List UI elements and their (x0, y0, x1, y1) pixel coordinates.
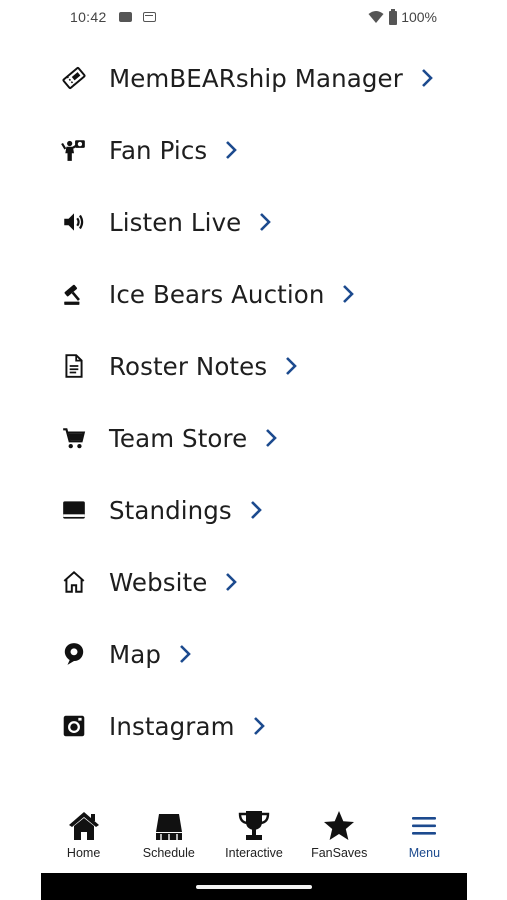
menu-item-map[interactable]: Map (41, 626, 467, 682)
tab-label: Schedule (142, 846, 195, 860)
chevron-right-icon (248, 500, 264, 520)
document-icon (60, 352, 88, 380)
menu-item-label: Team Store (109, 424, 279, 453)
menu-item-team-store[interactable]: Team Store (41, 410, 467, 466)
chevron-right-icon (283, 356, 299, 376)
tab-fansaves[interactable]: FanSaves (297, 808, 382, 872)
menu-item-website[interactable]: Website (41, 554, 467, 610)
app-screen: 10:42 100% MemBEARship Manager Fan Pics (41, 0, 467, 900)
standings-icon (60, 496, 88, 524)
menu-item-label: Map (109, 640, 193, 669)
chevron-right-icon (263, 428, 279, 448)
status-indicators: 100% (368, 8, 437, 26)
trophy-icon (234, 808, 274, 844)
menu-item-instagram[interactable]: Instagram (41, 698, 467, 754)
chevron-right-icon (223, 572, 239, 592)
ticket-icon (60, 64, 88, 92)
chevron-right-icon (419, 68, 435, 88)
notification-icon (143, 12, 156, 22)
speaker-icon (60, 208, 88, 236)
menu-item-ice-bears-auction[interactable]: Ice Bears Auction (41, 266, 467, 322)
chevron-right-icon (177, 644, 193, 664)
home-icon (64, 808, 104, 844)
status-time: 10:42 (70, 9, 107, 25)
tab-menu[interactable]: Menu (382, 808, 467, 872)
menu-item-label: Fan Pics (109, 136, 239, 165)
tab-label: Menu (408, 846, 441, 860)
tab-label: Home (66, 846, 101, 860)
gesture-handle[interactable] (196, 885, 312, 889)
schedule-icon (149, 808, 189, 844)
wifi-icon (368, 11, 384, 23)
fan-photo-icon (60, 136, 88, 164)
chevron-right-icon (223, 140, 239, 160)
bottom-navigation: Home Schedule Interactive FanSaves Menu (41, 808, 467, 872)
gavel-icon (60, 280, 88, 308)
menu-item-listen-live[interactable]: Listen Live (41, 194, 467, 250)
menu-item-fan-pics[interactable]: Fan Pics (41, 122, 467, 178)
status-bar: 10:42 100% (41, 0, 467, 36)
map-pin-icon (60, 640, 88, 668)
battery-percent: 100% (401, 9, 437, 25)
menu-item-standings[interactable]: Standings (41, 482, 467, 538)
tab-label: Interactive (225, 846, 283, 860)
tab-interactive[interactable]: Interactive (211, 808, 296, 872)
menu-item-label: Listen Live (109, 208, 273, 237)
tab-home[interactable]: Home (41, 808, 126, 872)
menu-item-label: Website (109, 568, 239, 597)
system-navigation-bar (41, 873, 467, 900)
battery-icon (389, 9, 398, 25)
instagram-icon (60, 712, 88, 740)
menu-item-label: Standings (109, 496, 264, 525)
tab-schedule[interactable]: Schedule (126, 808, 211, 872)
notification-icon (119, 12, 132, 22)
star-icon (319, 808, 359, 844)
tab-label: FanSaves (311, 846, 368, 860)
menu-item-label: Roster Notes (109, 352, 299, 381)
menu-item-membearship-manager[interactable]: MemBEARship Manager (41, 50, 467, 106)
menu-item-label: Ice Bears Auction (109, 280, 356, 309)
chevron-right-icon (257, 212, 273, 232)
hamburger-menu-icon (404, 808, 444, 844)
chevron-right-icon (340, 284, 356, 304)
chevron-right-icon (251, 716, 267, 736)
home-outline-icon (60, 568, 88, 596)
menu-item-label: Instagram (109, 712, 267, 741)
menu-item-roster-notes[interactable]: Roster Notes (41, 338, 467, 394)
cart-icon (60, 424, 88, 452)
menu-item-label: MemBEARship Manager (109, 64, 435, 93)
